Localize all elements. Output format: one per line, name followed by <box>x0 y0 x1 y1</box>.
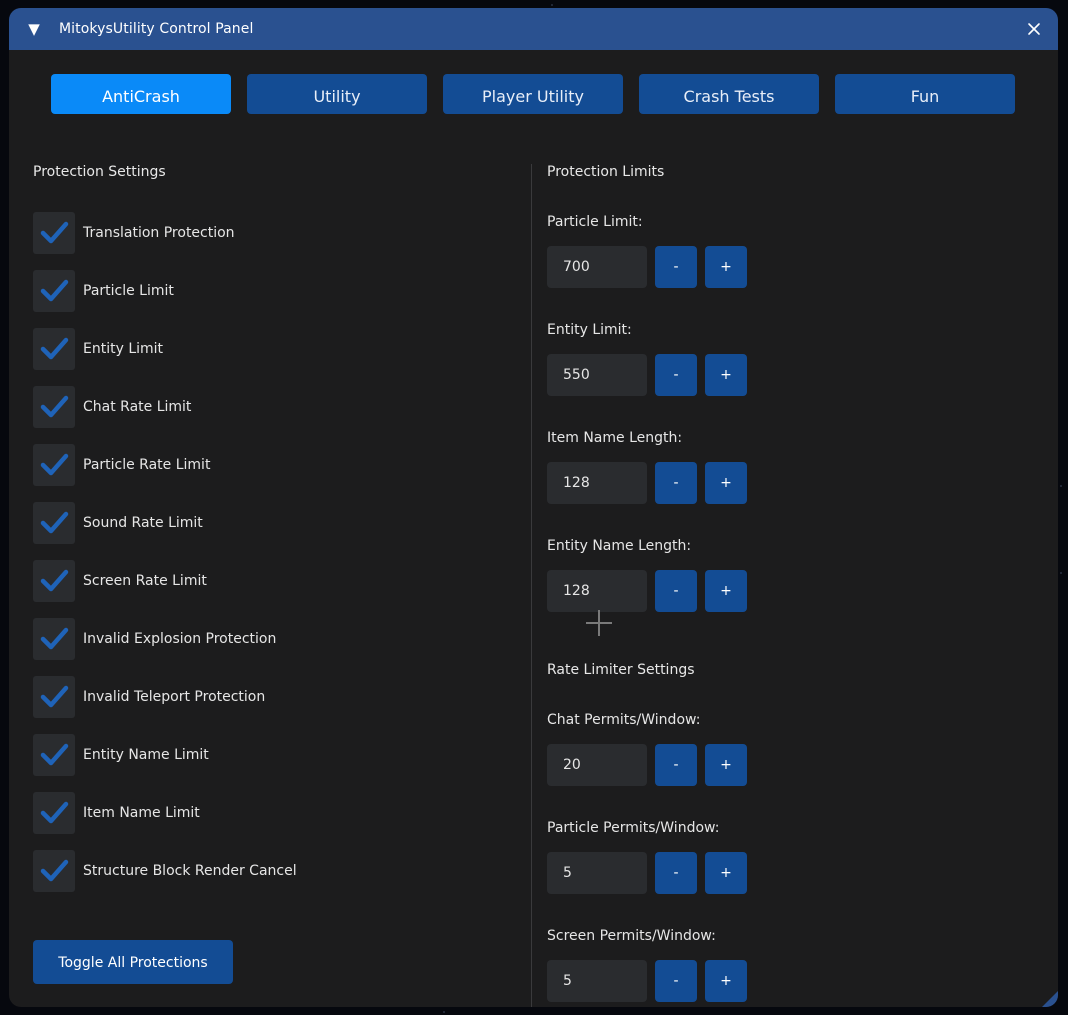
decrement-button[interactable]: - <box>655 246 697 288</box>
increment-button[interactable]: + <box>705 462 747 504</box>
checkbox-sound-rate-limit[interactable] <box>33 502 75 544</box>
checkmark-icon <box>40 743 69 766</box>
checkbox-row[interactable]: Invalid Explosion Protection <box>33 618 276 660</box>
tab-fun[interactable]: Fun <box>835 74 1015 114</box>
increment-button[interactable]: + <box>705 570 747 612</box>
screen-permits-label: Screen Permits/Window: <box>547 928 716 944</box>
checkbox-label: Screen Rate Limit <box>83 573 207 589</box>
checkbox-label: Particle Limit <box>83 283 174 299</box>
checkbox-invalid-explosion-protection[interactable] <box>33 618 75 660</box>
window-title: MitokysUtility Control Panel <box>59 21 254 37</box>
particle-permits-label: Particle Permits/Window: <box>547 820 720 836</box>
tab-anticrash[interactable]: AntiCrash <box>51 74 231 114</box>
checkmark-icon <box>40 395 69 418</box>
checkbox-row[interactable]: Structure Block Render Cancel <box>33 850 297 892</box>
item-name-length-label: Item Name Length: <box>547 430 683 446</box>
checkbox-label: Particle Rate Limit <box>83 457 211 473</box>
checkbox-entity-name-limit[interactable] <box>33 734 75 776</box>
decrement-button[interactable]: - <box>655 960 697 1002</box>
item-name-length-input[interactable]: 128 <box>547 462 647 504</box>
particle-limit-label: Particle Limit: <box>547 214 643 230</box>
protection-limits-title: Protection Limits <box>547 164 665 180</box>
checkbox-row[interactable]: Entity Name Limit <box>33 734 209 776</box>
checkbox-row[interactable]: Invalid Teleport Protection <box>33 676 265 718</box>
checkbox-row[interactable]: Sound Rate Limit <box>33 502 203 544</box>
increment-button[interactable]: + <box>705 744 747 786</box>
checkbox-label: Entity Name Limit <box>83 747 209 763</box>
checkbox-row[interactable]: Item Name Limit <box>33 792 200 834</box>
chat-permits-label: Chat Permits/Window: <box>547 712 701 728</box>
checkbox-label: Item Name Limit <box>83 805 200 821</box>
checkmark-icon <box>40 453 69 476</box>
entity-name-length-input[interactable]: 128 <box>547 570 647 612</box>
protection-settings-title: Protection Settings <box>33 164 166 180</box>
increment-button[interactable]: + <box>705 852 747 894</box>
checkbox-row[interactable]: Entity Limit <box>33 328 163 370</box>
background-star <box>551 4 553 6</box>
checkbox-row[interactable]: Particle Limit <box>33 270 174 312</box>
checkbox-label: Entity Limit <box>83 341 164 357</box>
checkbox-label: Invalid Explosion Protection <box>83 631 277 647</box>
checkmark-icon <box>40 221 69 244</box>
checkbox-label: Invalid Teleport Protection <box>83 689 266 705</box>
checkbox-screen-rate-limit[interactable] <box>33 560 75 602</box>
increment-button[interactable]: + <box>705 354 747 396</box>
entity-limit-label: Entity Limit: <box>547 322 632 338</box>
entity-name-length-label: Entity Name Length: <box>547 538 692 554</box>
background-star <box>443 1011 445 1013</box>
decrement-button[interactable]: - <box>655 354 697 396</box>
column-divider <box>531 164 532 1007</box>
toggle-all-protections-button[interactable]: Toggle All Protections <box>33 940 233 984</box>
particle-permits-input[interactable]: 5 <box>547 852 647 894</box>
checkbox-chat-rate-limit[interactable] <box>33 386 75 428</box>
tab-utility[interactable]: Utility <box>247 74 427 114</box>
checkbox-invalid-teleport-protection[interactable] <box>33 676 75 718</box>
checkbox-particle-limit[interactable] <box>33 270 75 312</box>
increment-button[interactable]: + <box>705 960 747 1002</box>
checkbox-translation-protection[interactable] <box>33 212 75 254</box>
checkmark-icon <box>40 685 69 708</box>
resize-grip-icon[interactable] <box>1040 989 1058 1007</box>
checkmark-icon <box>40 279 69 302</box>
close-icon[interactable] <box>1026 21 1042 37</box>
checkmark-icon <box>40 569 69 592</box>
control-panel-window: ▼ MitokysUtility Control Panel AntiCrash… <box>9 8 1058 1007</box>
entity-limit-input[interactable]: 550 <box>547 354 647 396</box>
rate-limiter-title: Rate Limiter Settings <box>547 662 695 678</box>
decrement-button[interactable]: - <box>655 570 697 612</box>
decrement-button[interactable]: - <box>655 744 697 786</box>
checkmark-icon <box>40 511 69 534</box>
checkbox-row[interactable]: Screen Rate Limit <box>33 560 207 602</box>
crosshair-cursor-icon <box>585 609 613 637</box>
checkbox-label: Structure Block Render Cancel <box>83 863 297 879</box>
checkmark-icon <box>40 859 69 882</box>
checkbox-item-name-limit[interactable] <box>33 792 75 834</box>
checkbox-entity-limit[interactable] <box>33 328 75 370</box>
increment-button[interactable]: + <box>705 246 747 288</box>
decrement-button[interactable]: - <box>655 462 697 504</box>
checkmark-icon <box>40 801 69 824</box>
collapse-icon[interactable]: ▼ <box>26 21 42 37</box>
checkmark-icon <box>40 627 69 650</box>
decrement-button[interactable]: - <box>655 852 697 894</box>
checkbox-label: Sound Rate Limit <box>83 515 203 531</box>
tab-crash-tests[interactable]: Crash Tests <box>639 74 819 114</box>
checkbox-row[interactable]: Translation Protection <box>33 212 235 254</box>
checkbox-structure-block-render-cancel[interactable] <box>33 850 75 892</box>
tab-player-utility[interactable]: Player Utility <box>443 74 623 114</box>
checkbox-row[interactable]: Chat Rate Limit <box>33 386 191 428</box>
checkbox-particle-rate-limit[interactable] <box>33 444 75 486</box>
background-star <box>1060 572 1062 574</box>
title-bar[interactable]: ▼ MitokysUtility Control Panel <box>9 8 1058 50</box>
screen-permits-input[interactable]: 5 <box>547 960 647 1002</box>
checkbox-label: Translation Protection <box>83 225 235 241</box>
checkmark-icon <box>40 337 69 360</box>
chat-permits-input[interactable]: 20 <box>547 744 647 786</box>
checkbox-row[interactable]: Particle Rate Limit <box>33 444 210 486</box>
checkbox-label: Chat Rate Limit <box>83 399 192 415</box>
background-star <box>1060 485 1062 487</box>
particle-limit-input[interactable]: 700 <box>547 246 647 288</box>
